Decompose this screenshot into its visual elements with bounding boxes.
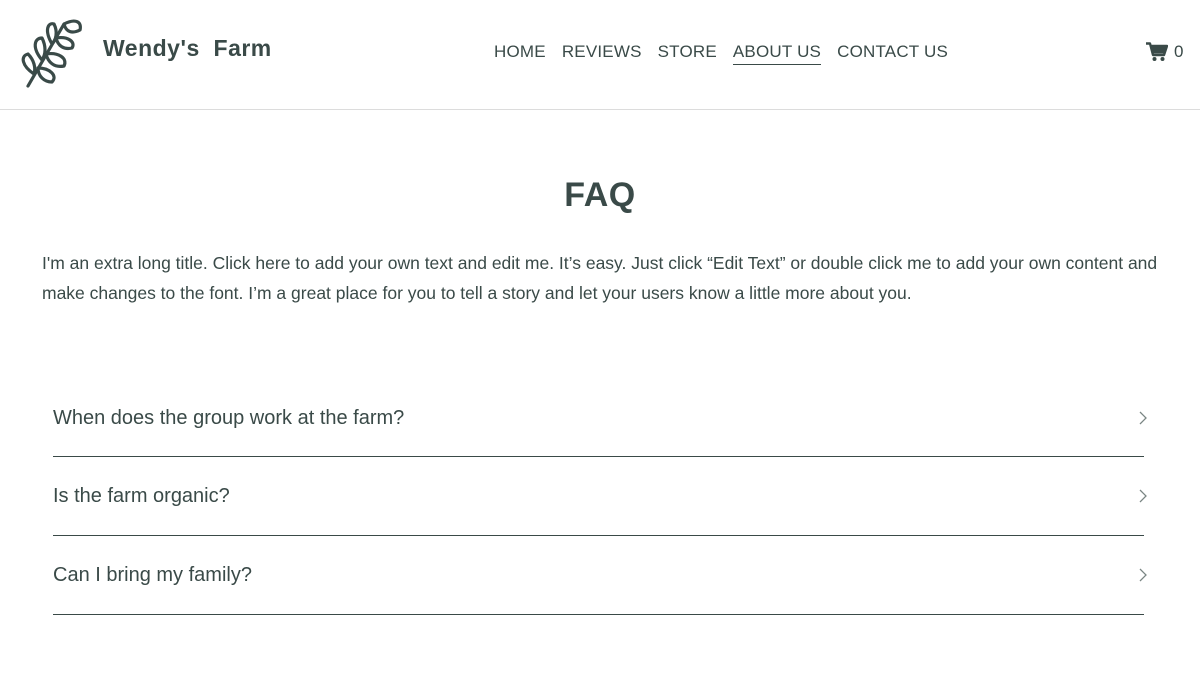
chevron-right-icon[interactable] [1138,410,1148,426]
page-title: FAQ [564,176,636,214]
faq-question: Is the farm organic? [53,484,230,507]
nav-item-home[interactable]: HOME [494,42,546,65]
faq-item[interactable]: Can I bring my family? [53,536,1147,615]
faq-question: Can I bring my family? [53,563,252,586]
faq-question: When does the group work at the farm? [53,406,405,429]
faq-item[interactable]: Is the farm organic? [53,457,1147,536]
nav-item-reviews[interactable]: REVIEWS [562,42,642,65]
nav-item-about-us[interactable]: ABOUT US [732,42,822,65]
faq-list: When does the group work at the farm? Is… [53,380,1147,615]
main-nav: HOME REVIEWS STORE ABOUT US CONTACT US [494,42,948,65]
cart-count: 0 [1174,42,1184,61]
faq-intro-text: I'm an extra long title. Click here to a… [42,253,1158,303]
brand-name[interactable]: Wendy's Farm [103,35,272,62]
shopping-cart-icon [1146,42,1168,61]
nav-item-store[interactable]: STORE [658,42,717,65]
chevron-right-icon[interactable] [1138,567,1148,583]
faq-item[interactable]: When does the group work at the farm? [53,380,1147,457]
nav-item-contact-us[interactable]: CONTACT US [837,42,948,65]
chevron-right-icon[interactable] [1138,488,1148,504]
leaf-branch-icon[interactable] [14,16,84,90]
cart-button[interactable]: 0 [1146,42,1183,62]
site-header: Wendy's Farm HOME REVIEWS STORE ABOUT US… [0,0,1200,110]
